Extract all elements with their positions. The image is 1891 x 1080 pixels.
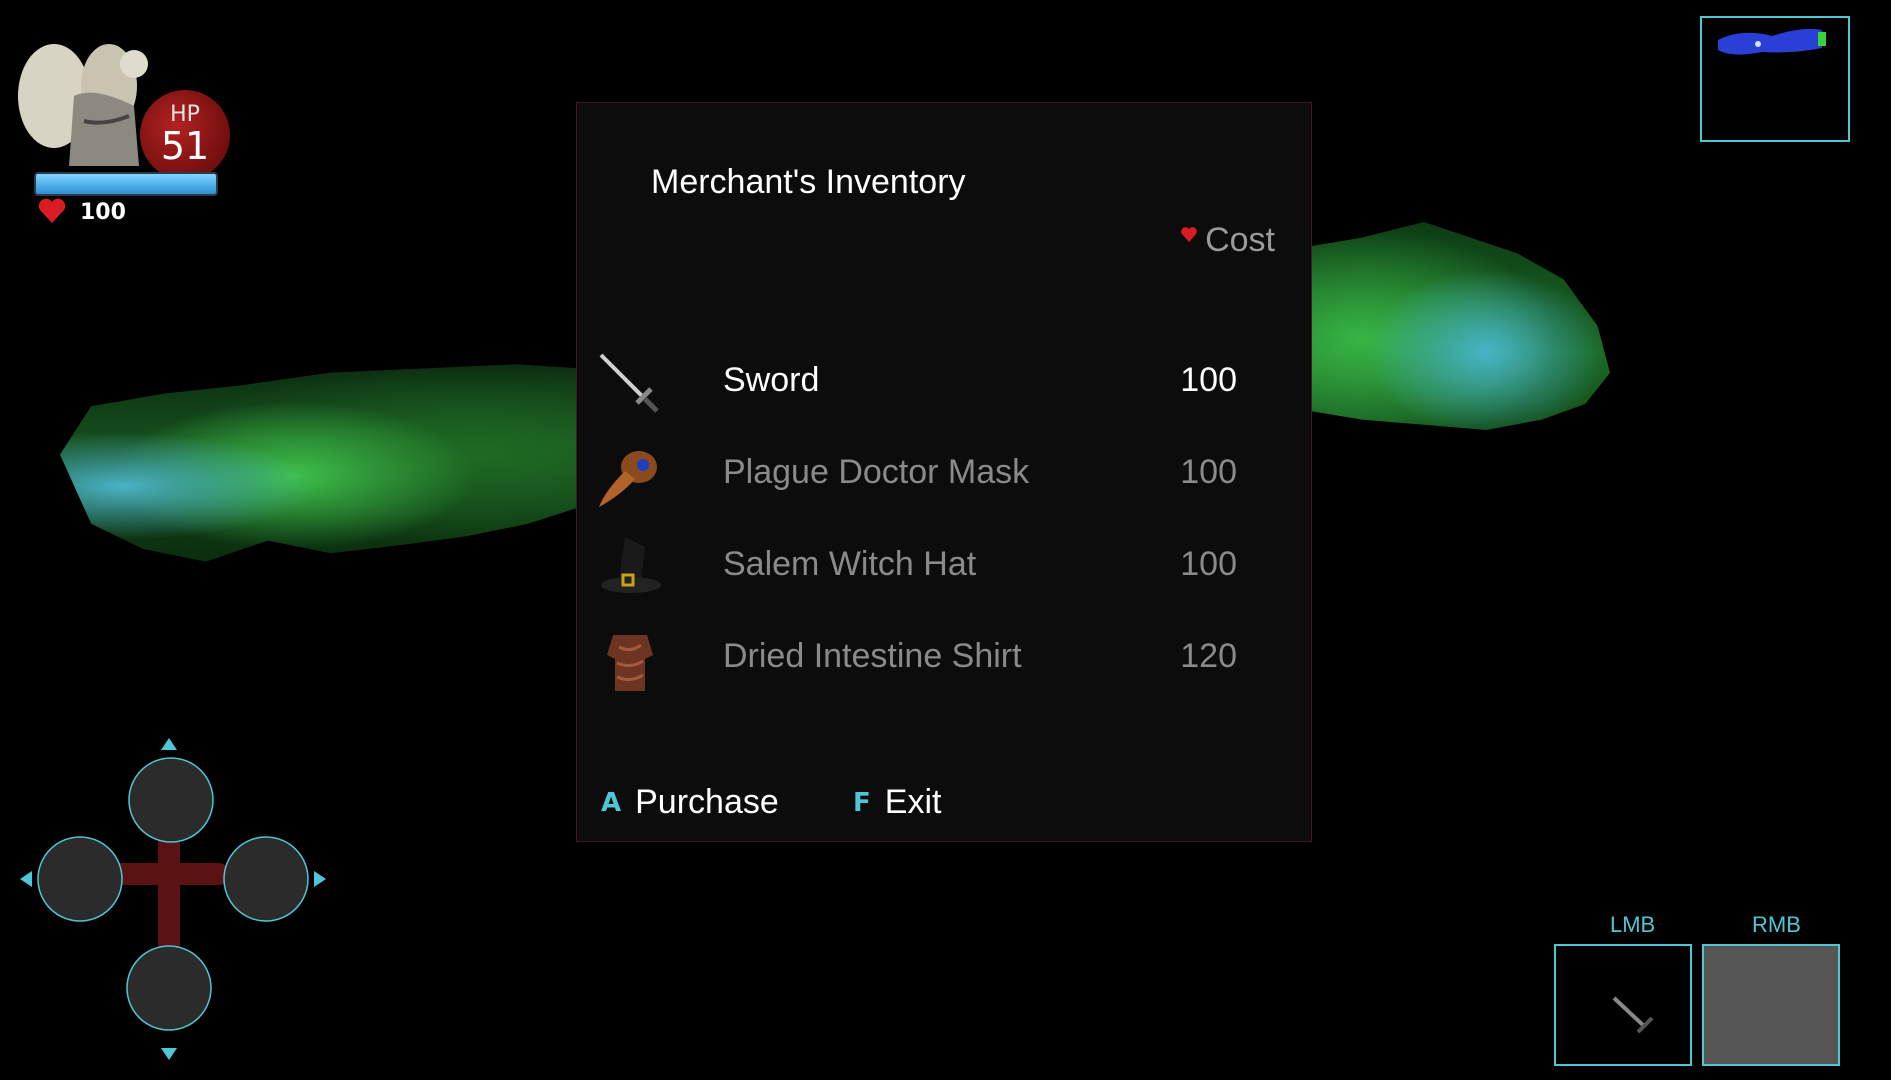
lmb-label: LMB (1610, 912, 1656, 937)
item-row-plague-doctor-mask[interactable]: Plague Doctor Mask 100 (577, 435, 1313, 515)
purchase-label: Purchase (635, 783, 779, 821)
merchant-panel: Merchant's Inventory Cost Sword 100 Plag… (576, 102, 1312, 842)
heart-icon (1181, 227, 1197, 242)
witch-hat-icon (601, 537, 661, 593)
angel-statue-icon (18, 44, 148, 166)
cost-header: Cost (1181, 221, 1275, 260)
item-name: Dried Intestine Shirt (723, 637, 1022, 675)
hp-label: HP (170, 102, 200, 127)
arrow-left-icon (20, 871, 32, 887)
sword-icon (599, 353, 659, 413)
rmb-label: RMB (1752, 912, 1801, 937)
body-slot (126, 945, 212, 1031)
left-hand-slot (37, 836, 123, 922)
minimap-map-icon (1718, 28, 1826, 55)
key-f-icon: F (853, 787, 871, 818)
right-hand-slot (223, 836, 309, 922)
item-row-sword[interactable]: Sword 100 (577, 343, 1313, 423)
arrow-down-icon (161, 1048, 177, 1060)
item-cost: 100 (1180, 453, 1237, 491)
purchase-action[interactable]: A Purchase (601, 783, 779, 822)
item-name: Sword (723, 361, 820, 399)
rmb-slot[interactable] (1702, 944, 1840, 1066)
hp-orb: HP 51 (140, 90, 230, 180)
head-slot (128, 757, 214, 843)
panel-title: Merchant's Inventory (651, 163, 966, 201)
item-cost: 120 (1180, 637, 1237, 675)
exit-label: Exit (884, 783, 942, 821)
equipment-slots-widget (20, 738, 326, 1060)
cave-left-scenery (60, 364, 580, 562)
item-name: Plague Doctor Mask (723, 453, 1030, 491)
cave-right-scenery (1300, 222, 1610, 430)
item-name: Salem Witch Hat (723, 545, 977, 583)
intestine-shirt-icon (607, 635, 653, 691)
minimap (1700, 16, 1850, 142)
hp-value: 51 (160, 124, 210, 168)
arrow-up-icon (161, 738, 177, 750)
key-a-icon: A (601, 787, 622, 818)
item-row-dried-intestine-shirt[interactable]: Dried Intestine Shirt 120 (577, 619, 1313, 699)
lmb-slot[interactable] (1554, 944, 1692, 1066)
item-cost: 100 (1180, 361, 1237, 399)
arrow-right-icon (314, 871, 326, 887)
exit-action[interactable]: F Exit (853, 783, 941, 822)
health-count: 100 (80, 200, 126, 225)
plague-mask-icon (599, 451, 657, 507)
heart-icon (38, 198, 66, 223)
cost-header-label: Cost (1205, 221, 1275, 259)
sword-icon (1612, 996, 1654, 1034)
item-cost: 100 (1180, 545, 1237, 583)
stamina-bar (34, 172, 218, 196)
item-row-salem-witch-hat[interactable]: Salem Witch Hat 100 (577, 527, 1313, 607)
